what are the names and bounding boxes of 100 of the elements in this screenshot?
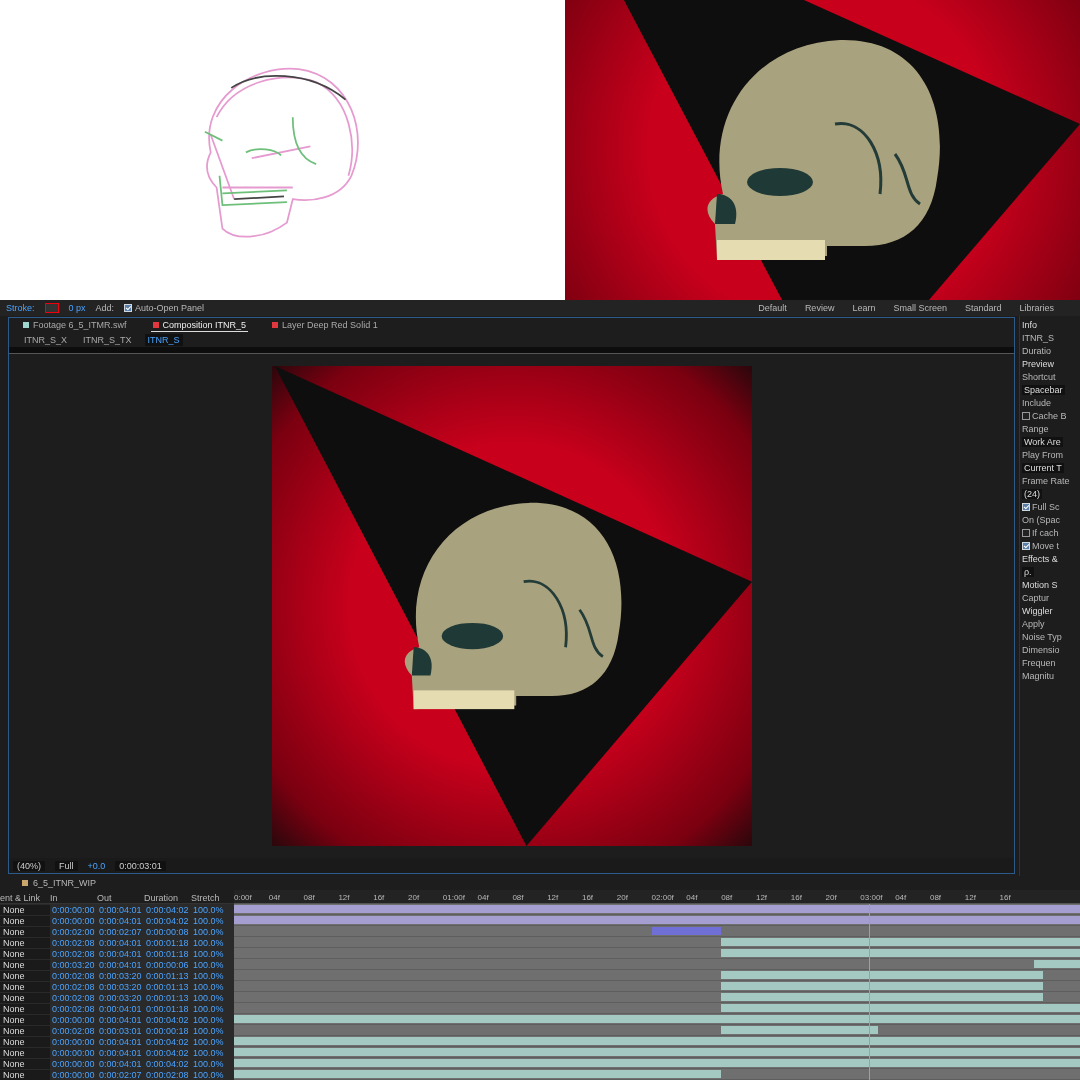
in-time[interactable]: 0:00:00:00: [50, 904, 97, 915]
resolution-dropdown[interactable]: Full: [55, 860, 78, 871]
stretch-value[interactable]: 100.0%: [191, 948, 234, 959]
workspace-tab[interactable]: Default: [758, 303, 787, 313]
duration-time[interactable]: 0:00:04:02: [144, 1036, 191, 1047]
layer-bar[interactable]: [1034, 960, 1080, 968]
out-time[interactable]: 0:00:04:01: [97, 915, 144, 926]
stroke-width[interactable]: 0 px: [68, 303, 86, 313]
parent-dropdown[interactable]: None: [0, 1058, 50, 1069]
panel-checkbox[interactable]: [1022, 542, 1030, 550]
auto-open-checkbox[interactable]: [124, 304, 133, 312]
column-header[interactable]: Stretch: [191, 893, 234, 903]
out-time[interactable]: 0:00:04:01: [97, 1014, 144, 1025]
panel-tab[interactable]: Composition ITNR_5: [150, 319, 249, 332]
in-time[interactable]: 0:00:00:00: [50, 1069, 97, 1080]
panel-field[interactable]: Current T: [1022, 463, 1064, 473]
panel-checkbox[interactable]: [1022, 503, 1030, 511]
workspace-tab[interactable]: Small Screen: [893, 303, 947, 313]
out-time[interactable]: 0:00:04:01: [97, 937, 144, 948]
layer-bar[interactable]: [651, 927, 722, 935]
parent-dropdown[interactable]: None: [0, 959, 50, 970]
parent-dropdown[interactable]: None: [0, 1047, 50, 1058]
comp-breadcrumb[interactable]: ITNR_S_TX: [80, 334, 135, 346]
parent-dropdown[interactable]: None: [0, 970, 50, 981]
parent-dropdown[interactable]: None: [0, 1003, 50, 1014]
layer-bar[interactable]: [234, 1070, 722, 1078]
workspace-tab[interactable]: Review: [804, 303, 835, 313]
duration-time[interactable]: 0:00:04:02: [144, 1047, 191, 1058]
in-time[interactable]: 0:00:02:08: [50, 992, 97, 1003]
out-time[interactable]: 0:00:04:01: [97, 1047, 144, 1058]
duration-time[interactable]: 0:00:00:18: [144, 1025, 191, 1036]
parent-dropdown[interactable]: None: [0, 1036, 50, 1047]
duration-time[interactable]: 0:00:00:08: [144, 926, 191, 937]
out-time[interactable]: 0:00:02:07: [97, 926, 144, 937]
panel-checkbox[interactable]: [1022, 412, 1030, 420]
in-time[interactable]: 0:00:02:08: [50, 970, 97, 981]
stretch-value[interactable]: 100.0%: [191, 937, 234, 948]
panel-field[interactable]: ρ.: [1022, 567, 1034, 577]
parent-dropdown[interactable]: None: [0, 1025, 50, 1036]
duration-time[interactable]: 0:00:04:02: [144, 915, 191, 926]
stretch-value[interactable]: 100.0%: [191, 1058, 234, 1069]
stretch-value[interactable]: 100.0%: [191, 1047, 234, 1058]
stretch-value[interactable]: 100.0%: [191, 1014, 234, 1025]
workspace-tab[interactable]: Libraries: [1019, 303, 1054, 313]
out-time[interactable]: 0:00:04:01: [97, 948, 144, 959]
column-header[interactable]: Out: [97, 893, 144, 903]
parent-dropdown[interactable]: None: [0, 1069, 50, 1080]
stretch-value[interactable]: 100.0%: [191, 959, 234, 970]
in-time[interactable]: 0:00:02:08: [50, 1003, 97, 1014]
parent-dropdown[interactable]: None: [0, 904, 50, 915]
stroke-swatch[interactable]: [44, 303, 59, 313]
stretch-value[interactable]: 100.0%: [191, 1003, 234, 1014]
column-header[interactable]: Duration: [144, 893, 191, 903]
comp-breadcrumb[interactable]: ITNR_S_X: [21, 334, 70, 346]
comp-breadcrumb[interactable]: ITNR_S: [144, 334, 183, 346]
in-time[interactable]: 0:00:03:20: [50, 959, 97, 970]
out-time[interactable]: 0:00:04:01: [97, 1036, 144, 1047]
panel-field[interactable]: Spacebar: [1022, 385, 1065, 395]
in-time[interactable]: 0:00:02:08: [50, 937, 97, 948]
panel-checkbox[interactable]: [1022, 529, 1030, 537]
out-time[interactable]: 0:00:03:20: [97, 970, 144, 981]
duration-time[interactable]: 0:00:01:13: [144, 981, 191, 992]
zoom-dropdown[interactable]: (40%): [13, 860, 45, 871]
in-time[interactable]: 0:00:02:08: [50, 981, 97, 992]
out-time[interactable]: 0:00:03:20: [97, 992, 144, 1003]
stretch-value[interactable]: 100.0%: [191, 981, 234, 992]
duration-time[interactable]: 0:00:01:18: [144, 937, 191, 948]
out-time[interactable]: 0:00:04:01: [97, 1003, 144, 1014]
stretch-value[interactable]: 100.0%: [191, 970, 234, 981]
column-header[interactable]: In: [50, 893, 97, 903]
timeline-comp-tab[interactable]: 6_5_ITNR_WIP: [33, 878, 97, 888]
panel-field[interactable]: Work Are: [1022, 437, 1063, 447]
out-time[interactable]: 0:00:02:07: [97, 1069, 144, 1080]
duration-time[interactable]: 0:00:04:02: [144, 904, 191, 915]
in-time[interactable]: 0:00:00:00: [50, 1036, 97, 1047]
in-time[interactable]: 0:00:02:08: [50, 1025, 97, 1036]
parent-dropdown[interactable]: None: [0, 948, 50, 959]
workspace-tab[interactable]: Standard: [964, 303, 1002, 313]
stretch-value[interactable]: 100.0%: [191, 1025, 234, 1036]
out-time[interactable]: 0:00:04:01: [97, 1058, 144, 1069]
parent-dropdown[interactable]: None: [0, 992, 50, 1003]
in-time[interactable]: 0:00:00:00: [50, 915, 97, 926]
in-time[interactable]: 0:00:00:00: [50, 1058, 97, 1069]
stretch-value[interactable]: 100.0%: [191, 904, 234, 915]
out-time[interactable]: 0:00:04:01: [97, 959, 144, 970]
out-time[interactable]: 0:00:03:20: [97, 981, 144, 992]
parent-dropdown[interactable]: None: [0, 926, 50, 937]
in-time[interactable]: 0:00:00:00: [50, 1047, 97, 1058]
column-header[interactable]: ent & Link: [0, 893, 50, 903]
out-time[interactable]: 0:00:04:01: [97, 904, 144, 915]
duration-time[interactable]: 0:00:01:13: [144, 970, 191, 981]
exposure-value[interactable]: +0.0: [87, 860, 106, 871]
panel-tab[interactable]: Layer Deep Red Solid 1: [270, 319, 380, 332]
duration-time[interactable]: 0:00:01:18: [144, 1003, 191, 1014]
workspace-tab[interactable]: Learn: [852, 303, 876, 313]
parent-dropdown[interactable]: None: [0, 915, 50, 926]
in-time[interactable]: 0:00:00:00: [50, 1014, 97, 1025]
stretch-value[interactable]: 100.0%: [191, 1069, 234, 1080]
parent-dropdown[interactable]: None: [0, 937, 50, 948]
in-time[interactable]: 0:00:02:08: [50, 948, 97, 959]
